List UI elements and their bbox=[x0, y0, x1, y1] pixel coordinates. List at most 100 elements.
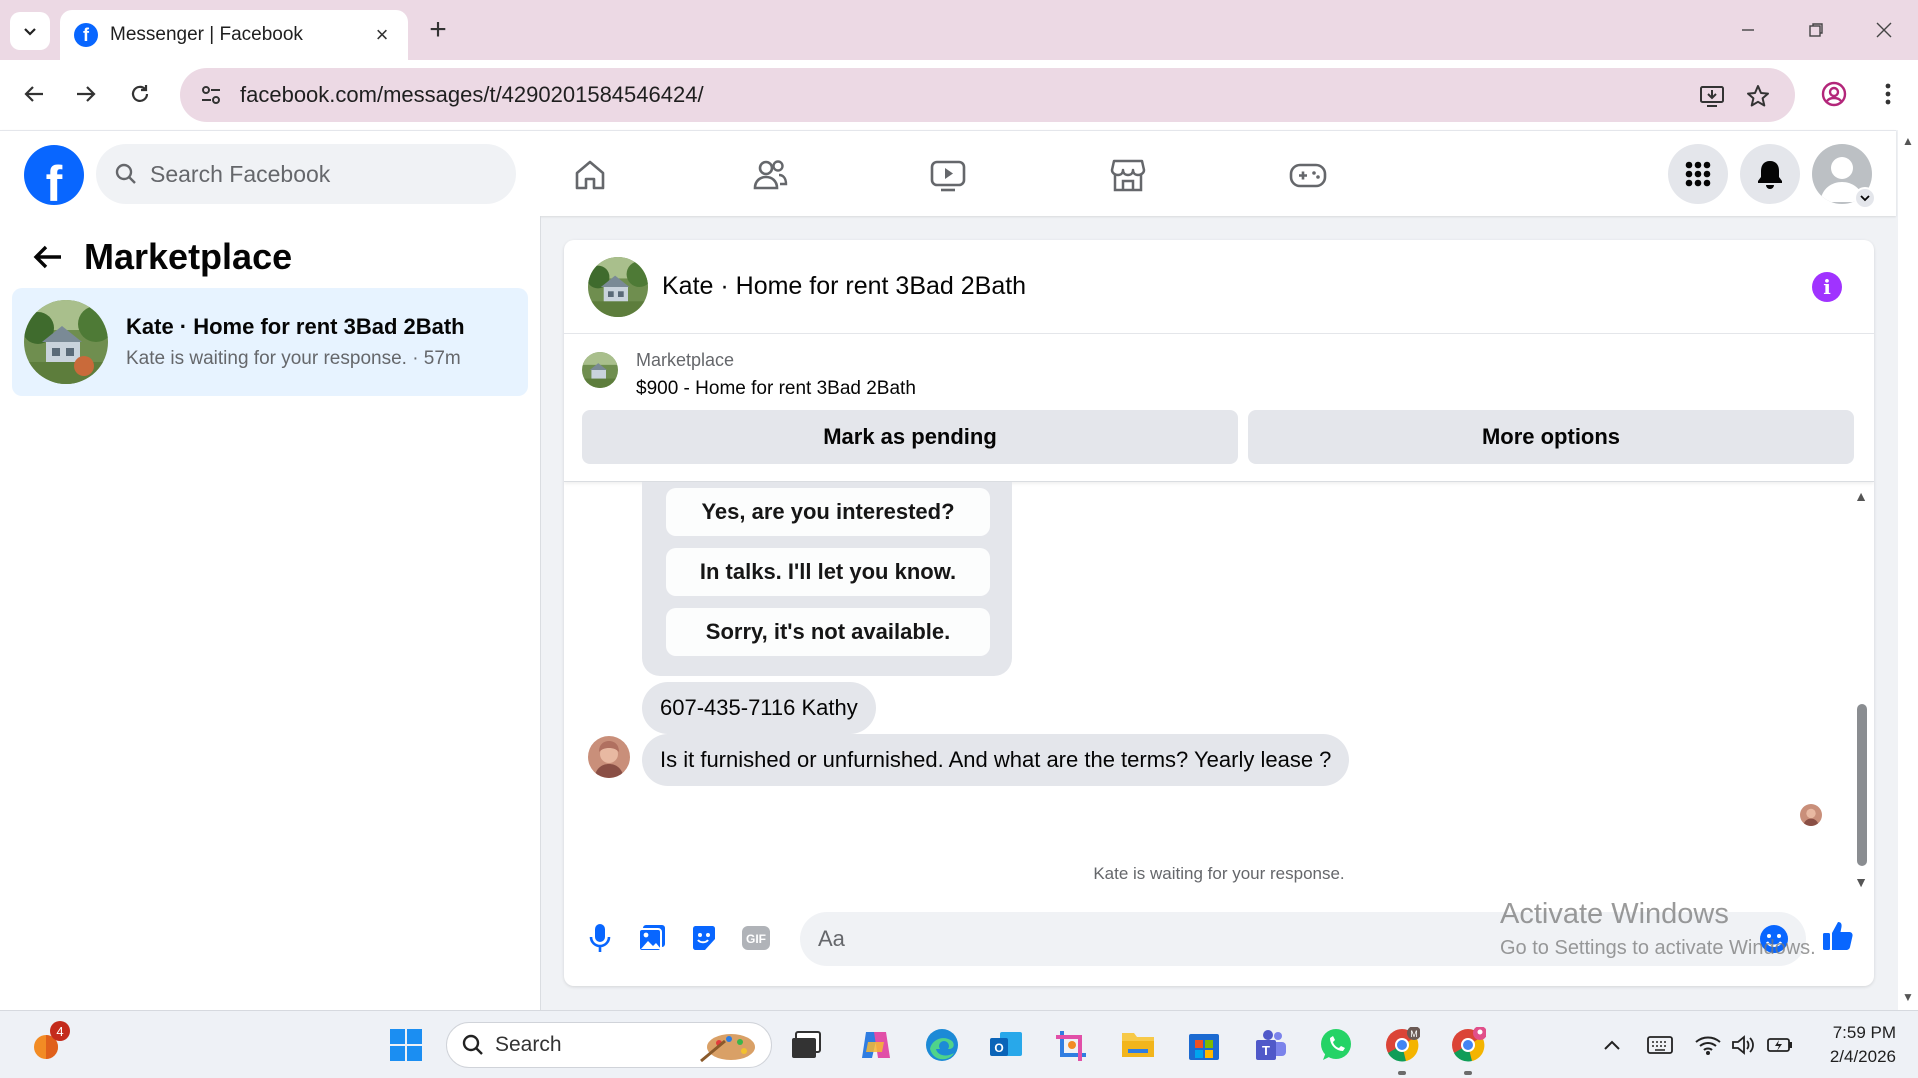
outlook-icon[interactable]: O bbox=[986, 1025, 1026, 1065]
chrome-profile-1-icon[interactable]: M bbox=[1382, 1025, 1422, 1065]
sender-avatar[interactable] bbox=[588, 736, 630, 778]
facebook-logo[interactable]: f bbox=[24, 145, 84, 205]
quick-reply-interested[interactable]: Yes, are you interested? bbox=[666, 488, 990, 536]
restore-icon bbox=[1809, 23, 1823, 37]
search-highlight-palette-icon bbox=[700, 1034, 755, 1063]
scroll-down-arrow[interactable]: ▼ bbox=[1854, 874, 1868, 890]
notifications-button[interactable] bbox=[1740, 144, 1800, 204]
conversation-item[interactable]: Kate · Home for rent 3Bad 2Bath Kate is … bbox=[12, 288, 528, 396]
file-explorer-icon[interactable] bbox=[1118, 1025, 1158, 1065]
copilot-icon[interactable] bbox=[856, 1025, 896, 1065]
taskbar-search-box[interactable]: Search bbox=[446, 1022, 772, 1068]
nav-friends[interactable] bbox=[740, 151, 800, 199]
back-arrow-button[interactable] bbox=[28, 237, 68, 277]
kebab-menu-icon bbox=[1885, 83, 1891, 105]
minimize-icon bbox=[1742, 29, 1754, 31]
nav-gaming[interactable] bbox=[1278, 151, 1338, 199]
widgets-badge: 4 bbox=[50, 1021, 70, 1041]
microsoft-store-icon[interactable] bbox=[1184, 1025, 1224, 1065]
keyboard-icon[interactable] bbox=[1646, 1031, 1674, 1059]
mark-as-pending-button[interactable]: Mark as pending bbox=[582, 410, 1238, 464]
quick-reply-not-available[interactable]: Sorry, it's not available. bbox=[666, 608, 990, 656]
browser-tab[interactable]: f Messenger | Facebook × bbox=[60, 10, 408, 60]
chat-title[interactable]: Kate · Home for rent 3Bad 2Bath bbox=[662, 272, 1026, 301]
like-thumb-icon[interactable] bbox=[1820, 918, 1856, 954]
chevron-down-icon bbox=[24, 28, 36, 36]
install-app-icon[interactable] bbox=[1696, 80, 1728, 112]
browser-menu-button[interactable] bbox=[1868, 74, 1908, 114]
account-menu-chevron[interactable] bbox=[1854, 187, 1876, 209]
reload-icon bbox=[131, 85, 149, 102]
info-icon[interactable]: i bbox=[1812, 272, 1842, 302]
microphone-icon[interactable] bbox=[582, 920, 618, 956]
taskbar-search-label: Search bbox=[495, 1033, 562, 1056]
windows-taskbar: 4 Search O T M 7:59 PM 2/4/2026 bbox=[0, 1010, 1918, 1078]
video-icon bbox=[930, 160, 966, 192]
running-indicator bbox=[1464, 1071, 1472, 1075]
page-scroll-down-arrow[interactable]: ▼ bbox=[1902, 990, 1914, 1004]
back-button[interactable] bbox=[14, 74, 54, 114]
seen-receipt-avatar bbox=[1800, 804, 1822, 826]
task-view-icon[interactable] bbox=[786, 1025, 826, 1065]
wifi-icon[interactable] bbox=[1694, 1031, 1722, 1059]
site-info-icon[interactable] bbox=[184, 68, 238, 122]
restore-button[interactable] bbox=[1796, 10, 1836, 50]
nav-marketplace[interactable] bbox=[1098, 151, 1158, 199]
facebook-search-input[interactable]: Search Facebook bbox=[96, 144, 516, 204]
listing-price-title[interactable]: $900 - Home for rent 3Bad 2Bath bbox=[636, 378, 916, 400]
listing-thumbnail bbox=[24, 300, 108, 384]
edge-icon[interactable] bbox=[922, 1025, 962, 1065]
tab-close-icon[interactable]: × bbox=[370, 22, 394, 47]
start-button-icon[interactable] bbox=[386, 1025, 426, 1065]
chat-scrollbar-thumb[interactable] bbox=[1857, 704, 1867, 866]
page-scroll-up-arrow[interactable]: ▲ bbox=[1902, 134, 1914, 148]
message-bubble: Is it furnished or unfurnished. And what… bbox=[642, 734, 1350, 786]
snipping-tool-icon[interactable] bbox=[1052, 1025, 1092, 1065]
listing-thumbnail bbox=[582, 352, 618, 388]
watermark-line-1: Activate Windows bbox=[1500, 898, 1729, 930]
facebook-header: f Search Facebook bbox=[0, 130, 1896, 216]
gif-icon[interactable]: GIF bbox=[738, 920, 774, 956]
forward-button[interactable] bbox=[66, 74, 106, 114]
photo-icon[interactable] bbox=[634, 920, 670, 956]
volume-icon[interactable] bbox=[1730, 1031, 1758, 1059]
activate-windows-watermark: Activate Windows Go to Settings to activ… bbox=[1500, 898, 1816, 960]
profile-icon bbox=[1821, 81, 1847, 107]
sticker-icon[interactable] bbox=[686, 920, 722, 956]
menu-grid-button[interactable] bbox=[1668, 144, 1728, 204]
browser-tab-bar: f Messenger | Facebook × + bbox=[0, 0, 1918, 60]
quick-reply-in-talks[interactable]: In talks. I'll let you know. bbox=[666, 548, 990, 596]
show-hidden-icons-chevron-up-icon[interactable] bbox=[1598, 1031, 1626, 1059]
message-thread: Yes, are you interested? In talks. I'll … bbox=[564, 482, 1874, 896]
whatsapp-icon[interactable] bbox=[1316, 1025, 1356, 1065]
chrome-profile-2-icon[interactable] bbox=[1448, 1025, 1488, 1065]
minimize-button[interactable] bbox=[1728, 10, 1768, 50]
nav-video[interactable] bbox=[918, 151, 978, 199]
nav-home[interactable] bbox=[560, 151, 620, 199]
clock-date: 2/4/2026 bbox=[1829, 1047, 1896, 1066]
taskbar-clock[interactable]: 7:59 PM 2/4/2026 bbox=[1810, 1021, 1896, 1069]
grid-menu-icon bbox=[1685, 161, 1711, 187]
teams-icon[interactable]: T bbox=[1250, 1025, 1290, 1065]
waiting-status-text: Kate is waiting for your response. bbox=[1093, 864, 1345, 883]
reload-button[interactable] bbox=[120, 74, 160, 114]
url-text: facebook.com/messages/t/4290201584546424… bbox=[240, 82, 704, 107]
address-bar[interactable]: facebook.com/messages/t/4290201584546424… bbox=[180, 68, 1795, 122]
friends-icon bbox=[753, 160, 788, 190]
svg-text:T: T bbox=[1262, 1043, 1270, 1058]
profile-button[interactable] bbox=[1814, 74, 1854, 114]
more-options-button[interactable]: More options bbox=[1248, 410, 1854, 464]
conversation-name: Kate · Home for rent 3Bad 2Bath bbox=[126, 314, 465, 339]
watermark-line-2: Go to Settings to activate Windows. bbox=[1500, 937, 1816, 959]
marketplace-icon bbox=[1110, 159, 1146, 192]
battery-charging-icon[interactable] bbox=[1766, 1031, 1794, 1059]
tab-search-button[interactable] bbox=[10, 12, 50, 50]
bookmark-star-icon[interactable] bbox=[1742, 80, 1774, 112]
panel-title: Marketplace bbox=[84, 236, 293, 277]
scroll-up-arrow[interactable]: ▲ bbox=[1854, 488, 1868, 504]
close-window-button[interactable] bbox=[1864, 10, 1904, 50]
page-scrollbar[interactable]: ▲ ▼ bbox=[1898, 130, 1918, 1010]
facebook-favicon-icon: f bbox=[74, 23, 98, 47]
new-tab-button[interactable]: + bbox=[420, 12, 456, 48]
chat-avatar[interactable] bbox=[588, 256, 648, 317]
